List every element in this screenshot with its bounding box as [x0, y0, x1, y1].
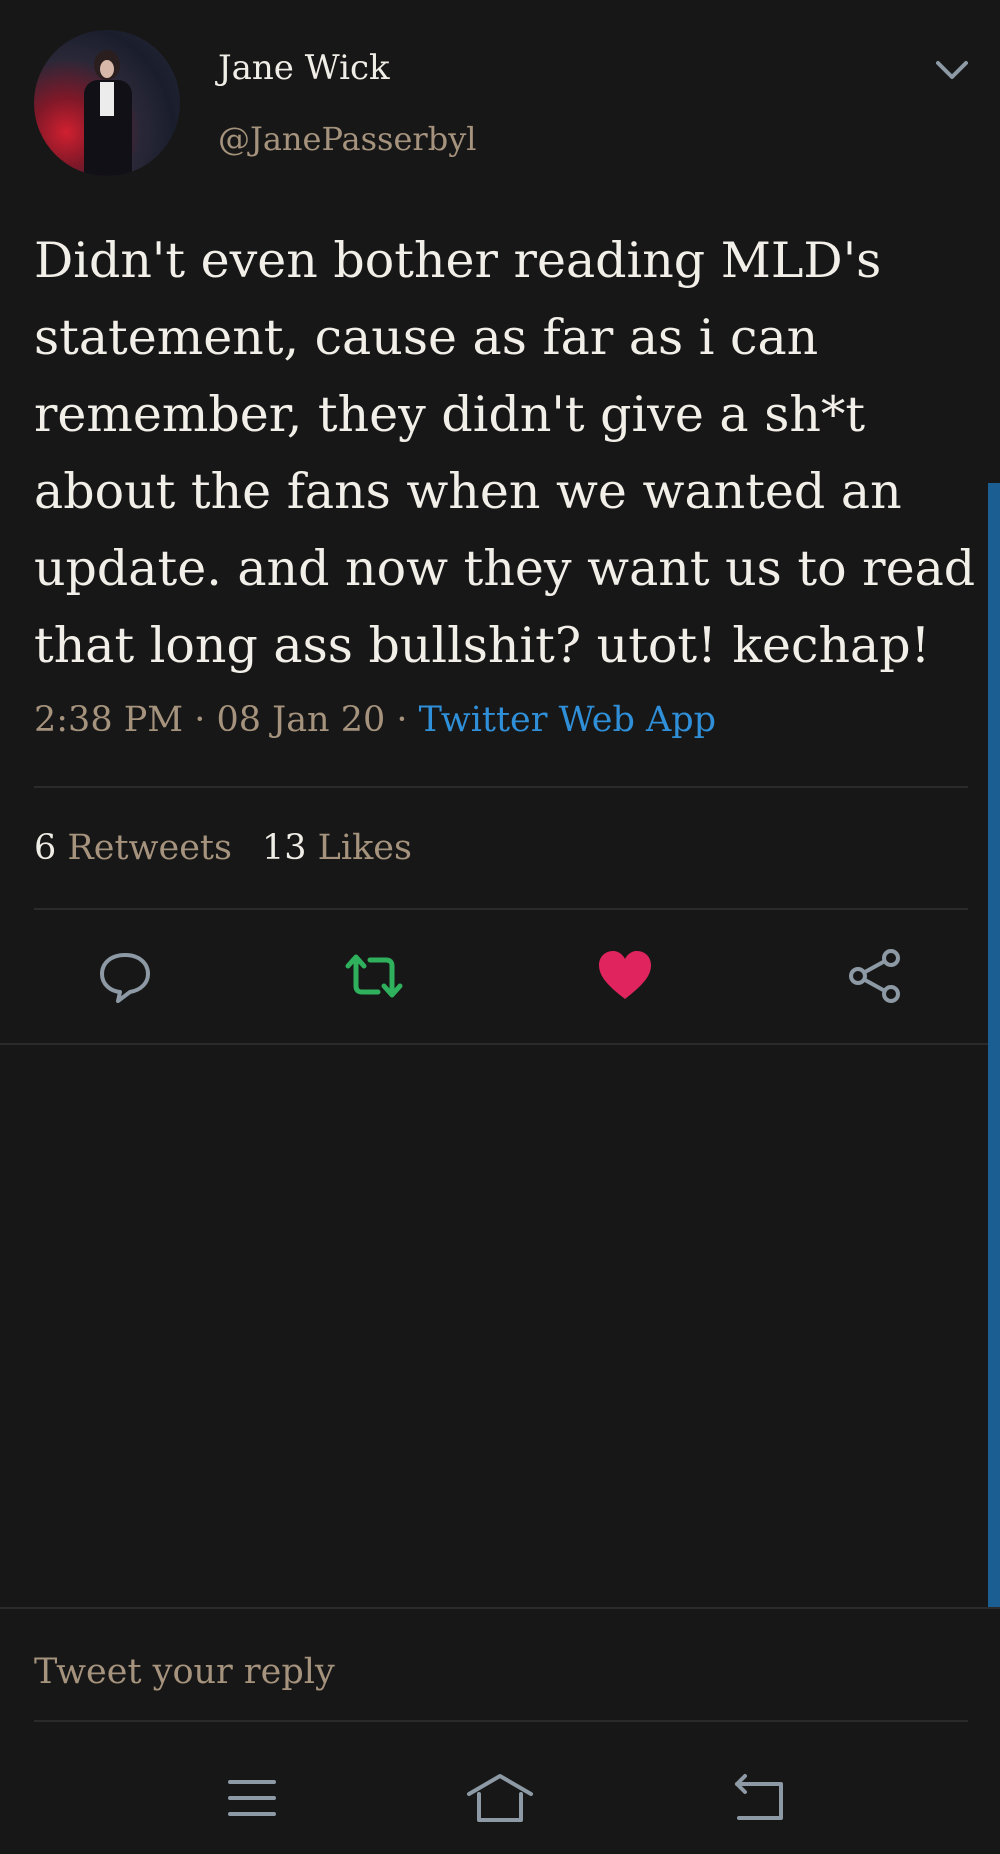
chevron-down-icon[interactable] [934, 58, 970, 82]
scroll-indicator[interactable] [988, 483, 1000, 1609]
avatar-face [100, 60, 114, 78]
user-handle[interactable]: @JanePasserbyl [218, 120, 477, 158]
display-name[interactable]: Jane Wick [218, 48, 390, 88]
share-icon[interactable] [845, 946, 905, 1006]
tweet-source-link[interactable]: Twitter Web App [419, 700, 716, 740]
divider [0, 1043, 1000, 1045]
avatar-shirt [100, 82, 114, 116]
likes-label: Likes [317, 828, 412, 868]
heart-icon[interactable] [595, 946, 655, 1006]
likes-stat[interactable]: 13 Likes [262, 828, 412, 868]
tweet-text: Didn't even bother reading MLD's stateme… [34, 232, 976, 674]
meta-separator: · [183, 700, 217, 740]
menu-icon[interactable] [216, 1770, 286, 1826]
tweet-date: 08 Jan 20 [216, 700, 386, 740]
likes-count: 13 [261, 828, 307, 868]
retweets-stat[interactable]: 6 Retweets [34, 828, 232, 868]
reply-input-underline [34, 1720, 968, 1722]
home-icon[interactable] [465, 1770, 535, 1826]
tweet-header: Jane Wick @JanePasserbyl [0, 0, 1000, 200]
retweets-label: Retweets [67, 828, 232, 868]
reply-input[interactable]: Tweet your reply [34, 1652, 335, 1692]
meta-separator: · [385, 700, 419, 740]
back-icon[interactable] [725, 1770, 795, 1826]
tweet-time: 2:38 PM [34, 700, 184, 740]
avatar[interactable] [34, 30, 180, 176]
retweet-icon[interactable] [344, 946, 404, 1006]
divider [34, 908, 968, 910]
tweet-meta: 2:38 PM · 08 Jan 20 · Twitter Web App [34, 700, 716, 740]
divider [0, 1607, 1000, 1609]
retweets-count: 6 [34, 828, 57, 868]
reply-icon[interactable] [95, 946, 155, 1006]
engagement-counts: 6 Retweets 13 Likes [34, 828, 412, 868]
divider [34, 786, 968, 788]
